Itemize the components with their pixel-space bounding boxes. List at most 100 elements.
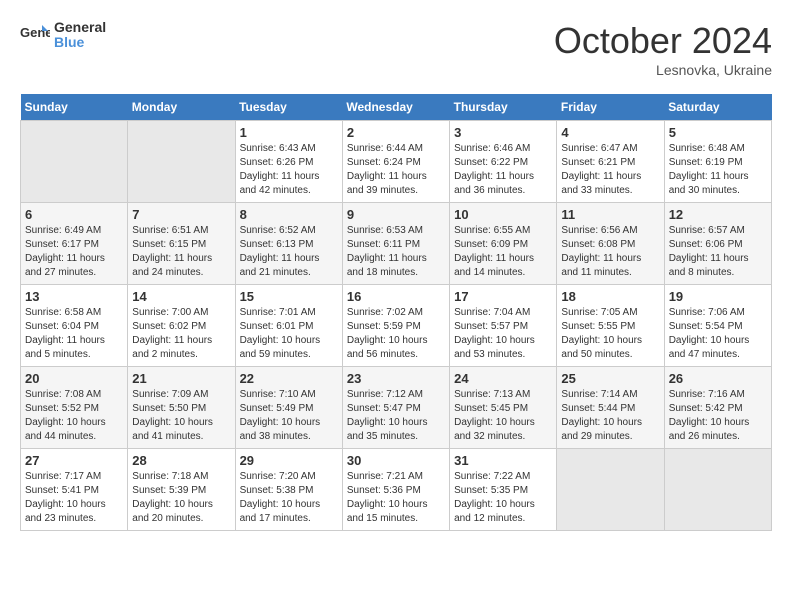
day-info: Sunrise: 6:53 AMSunset: 6:11 PMDaylight:… xyxy=(347,224,445,280)
logo-icon: General xyxy=(20,23,50,47)
calendar-week-row: 1 Sunrise: 6:43 AMSunset: 6:26 PMDaylight… xyxy=(21,121,772,203)
day-number: 5 xyxy=(669,125,767,140)
day-number: 4 xyxy=(561,125,659,140)
calendar-day-cell: 22 Sunrise: 7:10 AMSunset: 5:49 PMDayligh… xyxy=(235,367,342,449)
day-info: Sunrise: 6:51 AMSunset: 6:15 PMDaylight:… xyxy=(132,224,230,280)
header-tuesday: Tuesday xyxy=(235,94,342,121)
calendar-table: Sunday Monday Tuesday Wednesday Thursday… xyxy=(20,94,772,531)
day-number: 28 xyxy=(132,453,230,468)
header-monday: Monday xyxy=(128,94,235,121)
calendar-day-cell: 15 Sunrise: 7:01 AMSunset: 6:01 PMDayligh… xyxy=(235,285,342,367)
calendar-day-cell: 18Sunrise: 7:05 AMSunset: 5:55 PMDayligh… xyxy=(557,285,664,367)
calendar-day-cell xyxy=(21,121,128,203)
day-number: 21 xyxy=(132,371,230,386)
day-number: 10 xyxy=(454,207,552,222)
calendar-day-cell: 2Sunrise: 6:44 AMSunset: 6:24 PMDaylight… xyxy=(342,121,449,203)
month-title: October 2024 xyxy=(554,20,772,62)
day-number: 24 xyxy=(454,371,552,386)
day-info: Sunrise: 7:20 AMSunset: 5:38 PMDaylight:… xyxy=(240,470,338,526)
day-info: Sunrise: 6:58 AMSunset: 6:04 PMDaylight:… xyxy=(25,306,123,362)
calendar-day-cell: 6Sunrise: 6:49 AMSunset: 6:17 PMDaylight… xyxy=(21,203,128,285)
logo: General General Blue xyxy=(20,20,106,51)
day-info: Sunrise: 6:57 AMSunset: 6:06 PMDaylight:… xyxy=(669,224,767,280)
header-friday: Friday xyxy=(557,94,664,121)
day-info: Sunrise: 7:00 AMSunset: 6:02 PMDaylight:… xyxy=(132,306,230,362)
calendar-day-cell: 9Sunrise: 6:53 AMSunset: 6:11 PMDaylight… xyxy=(342,203,449,285)
calendar-week-row: 20Sunrise: 7:08 AMSunset: 5:52 PMDayligh… xyxy=(21,367,772,449)
day-info: Sunrise: 6:47 AMSunset: 6:21 PMDaylight:… xyxy=(561,142,659,198)
calendar-day-cell: 4 Sunrise: 6:47 AMSunset: 6:21 PMDaylight… xyxy=(557,121,664,203)
day-info: Sunrise: 7:13 AMSunset: 5:45 PMDaylight:… xyxy=(454,388,552,444)
calendar-day-cell: 20Sunrise: 7:08 AMSunset: 5:52 PMDayligh… xyxy=(21,367,128,449)
day-number: 17 xyxy=(454,289,552,304)
calendar-day-cell: 27 Sunrise: 7:17 AMSunset: 5:41 PMDayligh… xyxy=(21,449,128,531)
day-number: 30 xyxy=(347,453,445,468)
day-info: Sunrise: 7:01 AMSunset: 6:01 PMDaylight:… xyxy=(240,306,338,362)
calendar-day-cell: 13 Sunrise: 6:58 AMSunset: 6:04 PMDayligh… xyxy=(21,285,128,367)
day-info: Sunrise: 6:55 AMSunset: 6:09 PMDaylight:… xyxy=(454,224,552,280)
header-saturday: Saturday xyxy=(664,94,771,121)
calendar-day-cell: 30Sunrise: 7:21 AMSunset: 5:36 PMDayligh… xyxy=(342,449,449,531)
calendar-day-cell: 12 Sunrise: 6:57 AMSunset: 6:06 PMDayligh… xyxy=(664,203,771,285)
day-number: 26 xyxy=(669,371,767,386)
header-thursday: Thursday xyxy=(450,94,557,121)
calendar-day-cell: 21Sunrise: 7:09 AMSunset: 5:50 PMDayligh… xyxy=(128,367,235,449)
day-number: 15 xyxy=(240,289,338,304)
day-info: Sunrise: 7:06 AMSunset: 5:54 PMDaylight:… xyxy=(669,306,767,362)
day-number: 12 xyxy=(669,207,767,222)
title-block: October 2024 Lesnovka, Ukraine xyxy=(554,20,772,78)
day-info: Sunrise: 7:17 AMSunset: 5:41 PMDaylight:… xyxy=(25,470,123,526)
day-info: Sunrise: 7:22 AMSunset: 5:35 PMDaylight:… xyxy=(454,470,552,526)
day-info: Sunrise: 7:08 AMSunset: 5:52 PMDaylight:… xyxy=(25,388,123,444)
calendar-day-cell: 31Sunrise: 7:22 AMSunset: 5:35 PMDayligh… xyxy=(450,449,557,531)
day-number: 16 xyxy=(347,289,445,304)
calendar-day-cell: 28 Sunrise: 7:18 AMSunset: 5:39 PMDayligh… xyxy=(128,449,235,531)
day-info: Sunrise: 6:43 AMSunset: 6:26 PMDaylight:… xyxy=(240,142,338,198)
day-number: 3 xyxy=(454,125,552,140)
day-info: Sunrise: 7:12 AMSunset: 5:47 PMDaylight:… xyxy=(347,388,445,444)
day-info: Sunrise: 7:02 AMSunset: 5:59 PMDaylight:… xyxy=(347,306,445,362)
day-number: 22 xyxy=(240,371,338,386)
day-number: 27 xyxy=(25,453,123,468)
day-number: 13 xyxy=(25,289,123,304)
header-wednesday: Wednesday xyxy=(342,94,449,121)
calendar-day-cell xyxy=(557,449,664,531)
day-info: Sunrise: 7:14 AMSunset: 5:44 PMDaylight:… xyxy=(561,388,659,444)
day-info: Sunrise: 6:56 AMSunset: 6:08 PMDaylight:… xyxy=(561,224,659,280)
day-info: Sunrise: 7:10 AMSunset: 5:49 PMDaylight:… xyxy=(240,388,338,444)
calendar-day-cell xyxy=(664,449,771,531)
calendar-day-cell: 16 Sunrise: 7:02 AMSunset: 5:59 PMDayligh… xyxy=(342,285,449,367)
calendar-day-cell: 11Sunrise: 6:56 AMSunset: 6:08 PMDayligh… xyxy=(557,203,664,285)
calendar-day-cell: 10 Sunrise: 6:55 AMSunset: 6:09 PMDayligh… xyxy=(450,203,557,285)
calendar-week-row: 27 Sunrise: 7:17 AMSunset: 5:41 PMDayligh… xyxy=(21,449,772,531)
calendar-day-cell: 23 Sunrise: 7:12 AMSunset: 5:47 PMDayligh… xyxy=(342,367,449,449)
calendar-day-cell: 8 Sunrise: 6:52 AMSunset: 6:13 PMDaylight… xyxy=(235,203,342,285)
calendar-day-cell xyxy=(128,121,235,203)
day-number: 23 xyxy=(347,371,445,386)
calendar-day-cell: 3 Sunrise: 6:46 AMSunset: 6:22 PMDaylight… xyxy=(450,121,557,203)
weekday-header-row: Sunday Monday Tuesday Wednesday Thursday… xyxy=(21,94,772,121)
calendar-day-cell: 5Sunrise: 6:48 AMSunset: 6:19 PMDaylight… xyxy=(664,121,771,203)
calendar-day-cell: 25Sunrise: 7:14 AMSunset: 5:44 PMDayligh… xyxy=(557,367,664,449)
day-number: 29 xyxy=(240,453,338,468)
location-subtitle: Lesnovka, Ukraine xyxy=(554,62,772,78)
calendar-week-row: 6Sunrise: 6:49 AMSunset: 6:17 PMDaylight… xyxy=(21,203,772,285)
calendar-day-cell: 17 Sunrise: 7:04 AMSunset: 5:57 PMDayligh… xyxy=(450,285,557,367)
day-info: Sunrise: 6:52 AMSunset: 6:13 PMDaylight:… xyxy=(240,224,338,280)
day-info: Sunrise: 7:16 AMSunset: 5:42 PMDaylight:… xyxy=(669,388,767,444)
day-number: 19 xyxy=(669,289,767,304)
day-info: Sunrise: 7:04 AMSunset: 5:57 PMDaylight:… xyxy=(454,306,552,362)
calendar-day-cell: 1 Sunrise: 6:43 AMSunset: 6:26 PMDaylight… xyxy=(235,121,342,203)
day-number: 8 xyxy=(240,207,338,222)
day-number: 14 xyxy=(132,289,230,304)
day-info: Sunrise: 6:46 AMSunset: 6:22 PMDaylight:… xyxy=(454,142,552,198)
day-info: Sunrise: 6:49 AMSunset: 6:17 PMDaylight:… xyxy=(25,224,123,280)
day-info: Sunrise: 7:05 AMSunset: 5:55 PMDaylight:… xyxy=(561,306,659,362)
day-number: 7 xyxy=(132,207,230,222)
calendar-day-cell: 26 Sunrise: 7:16 AMSunset: 5:42 PMDayligh… xyxy=(664,367,771,449)
calendar-day-cell: 19 Sunrise: 7:06 AMSunset: 5:54 PMDayligh… xyxy=(664,285,771,367)
day-info: Sunrise: 7:18 AMSunset: 5:39 PMDaylight:… xyxy=(132,470,230,526)
svg-text:General: General xyxy=(20,25,50,40)
calendar-day-cell: 24 Sunrise: 7:13 AMSunset: 5:45 PMDayligh… xyxy=(450,367,557,449)
day-number: 1 xyxy=(240,125,338,140)
